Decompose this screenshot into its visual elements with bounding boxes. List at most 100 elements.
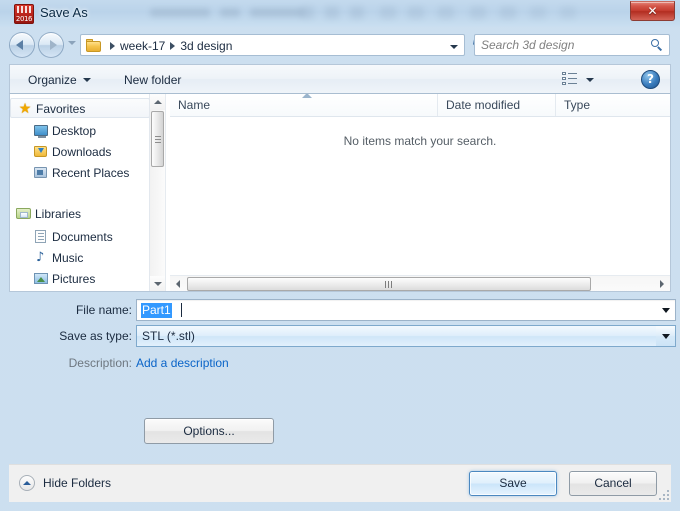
save-as-type-select[interactable]: STL (*.stl)	[136, 325, 676, 347]
breadcrumb-separator-icon	[170, 42, 176, 51]
description-label: Description:	[68, 356, 132, 370]
sidebar-label-desktop: Desktop	[52, 124, 97, 138]
hide-folders-label: Hide Folders	[43, 476, 112, 490]
file-name-input[interactable]: Part1	[136, 299, 676, 321]
triangle-left-icon	[176, 280, 180, 288]
command-toolbar: Organize New folder ?	[9, 64, 671, 94]
column-header-row: Name Date modified Type	[170, 94, 670, 117]
sidebar-item-libraries[interactable]: Libraries	[10, 204, 150, 224]
chevron-down-icon	[662, 334, 670, 339]
chevron-down-icon	[450, 45, 458, 49]
window-title: Save As	[40, 5, 88, 20]
close-icon: ✕	[647, 4, 658, 18]
scroll-left-button[interactable]	[170, 276, 186, 291]
close-button[interactable]: ✕	[630, 1, 675, 21]
address-bar[interactable]: week-17 3d design	[80, 34, 465, 56]
help-button[interactable]: ?	[641, 70, 660, 89]
help-icon: ?	[647, 72, 654, 86]
sidebar-item-documents[interactable]: Documents	[10, 227, 150, 247]
sidebar-item-pictures[interactable]: Pictures	[10, 269, 150, 289]
empty-list-message: No items match your search.	[343, 134, 497, 148]
organize-menu-button[interactable]: Organize	[20, 69, 99, 90]
desktop-icon	[33, 123, 49, 139]
sidebar-label-libraries: Libraries	[35, 207, 82, 221]
save-as-type-label: Save as type:	[59, 329, 132, 343]
sidebar-item-music[interactable]: ♪ Music	[10, 248, 150, 268]
save-button[interactable]: Save	[469, 471, 557, 496]
folder-icon	[86, 39, 101, 52]
file-name-label: File name:	[75, 303, 132, 317]
file-name-value: Part1	[141, 303, 172, 318]
chevron-down-icon	[586, 78, 594, 82]
scroll-up-button[interactable]	[150, 94, 165, 110]
navigation-bar: week-173d design ↯ Search 3d design	[0, 28, 680, 62]
resize-grip[interactable]	[657, 488, 669, 500]
new-folder-button[interactable]: New folder	[116, 69, 189, 90]
column-header-type[interactable]: Type	[556, 94, 670, 116]
sidebar-item-favorites[interactable]: ★ Favorites	[10, 98, 150, 118]
breadcrumb-item-1[interactable]: 3d design	[180, 39, 232, 53]
back-arrow-icon	[16, 40, 23, 50]
grip-icon	[155, 136, 161, 137]
navigation-pane: ★ Favorites Desktop Downloads Recent Pla…	[10, 94, 165, 291]
sidebar-label-downloads: Downloads	[52, 145, 112, 159]
chevron-down-icon	[662, 308, 670, 313]
sort-ascending-icon	[302, 94, 312, 98]
search-box[interactable]: Search 3d design	[474, 34, 670, 56]
breadcrumb-item-0[interactable]: week-17	[120, 39, 165, 53]
dialog-footer: Hide Folders Save Cancel	[9, 464, 671, 502]
save-as-type-value: STL (*.stl)	[142, 329, 195, 343]
solidworks-icon: 2016	[14, 4, 34, 24]
title-bar: 2016 Save As ✕	[0, 0, 680, 28]
sidebar-label-documents: Documents	[52, 230, 113, 244]
star-icon: ★	[18, 101, 32, 117]
breadcrumb-separator-icon	[110, 42, 115, 51]
sidebar-label-favorites: Favorites	[36, 102, 86, 116]
sidebar-label-music: Music	[52, 251, 84, 265]
file-name-dropdown-button[interactable]	[656, 300, 675, 320]
search-input[interactable]: Search 3d design	[481, 38, 574, 53]
sidebar-item-downloads[interactable]: Downloads	[10, 142, 150, 162]
add-description-link[interactable]: Add a description	[136, 353, 229, 373]
view-mode-button[interactable]	[560, 69, 602, 90]
save-form: File name: Part1 Save as type: STL (*.st…	[9, 296, 676, 464]
forward-button[interactable]	[38, 32, 64, 58]
scrollbar-thumb[interactable]	[151, 111, 164, 167]
music-icon: ♪	[36, 250, 45, 265]
sidebar-item-recent-places[interactable]: Recent Places	[10, 163, 150, 183]
save-as-type-dropdown-button[interactable]	[656, 326, 675, 346]
chevron-up-circle-icon	[19, 475, 35, 491]
triangle-up-icon	[154, 100, 162, 104]
scrollbar-thumb[interactable]	[187, 277, 591, 291]
documents-icon	[33, 229, 49, 245]
grip-icon	[385, 281, 386, 288]
organize-label: Organize	[28, 73, 77, 87]
recent-pages-chevron-icon[interactable]	[68, 41, 76, 45]
explorer-panes: ★ Favorites Desktop Downloads Recent Pla…	[9, 94, 671, 292]
sidebar-label-pictures: Pictures	[52, 272, 96, 286]
scroll-down-button[interactable]	[150, 276, 165, 291]
cancel-button[interactable]: Cancel	[569, 471, 657, 496]
save-as-dialog: 2016 Save As ✕ week-17 3d design Search …	[0, 0, 680, 511]
chevron-down-icon	[82, 78, 91, 83]
hide-folders-button[interactable]: Hide Folders	[19, 473, 111, 493]
sidebar-label-recent-places: Recent Places	[52, 166, 130, 180]
triangle-down-icon	[154, 282, 162, 286]
libraries-icon	[16, 206, 32, 222]
app-icon-year: 2016	[15, 15, 33, 23]
scroll-right-button[interactable]	[654, 276, 670, 291]
sidebar-item-desktop[interactable]: Desktop	[10, 121, 150, 141]
address-dropdown-button[interactable]	[445, 36, 463, 55]
file-list-pane: Name Date modified Type No items match y…	[170, 94, 670, 291]
column-header-date-modified[interactable]: Date modified	[438, 94, 556, 116]
downloads-icon	[33, 144, 49, 160]
triangle-right-icon	[660, 280, 664, 288]
back-button[interactable]	[9, 32, 35, 58]
forward-arrow-icon	[50, 40, 57, 50]
navigation-pane-scrollbar[interactable]	[149, 94, 165, 291]
text-caret	[181, 303, 182, 317]
file-list-horizontal-scrollbar[interactable]	[170, 275, 670, 291]
options-button[interactable]: Options...	[144, 418, 274, 444]
pictures-icon	[33, 271, 49, 287]
search-icon	[650, 38, 664, 52]
